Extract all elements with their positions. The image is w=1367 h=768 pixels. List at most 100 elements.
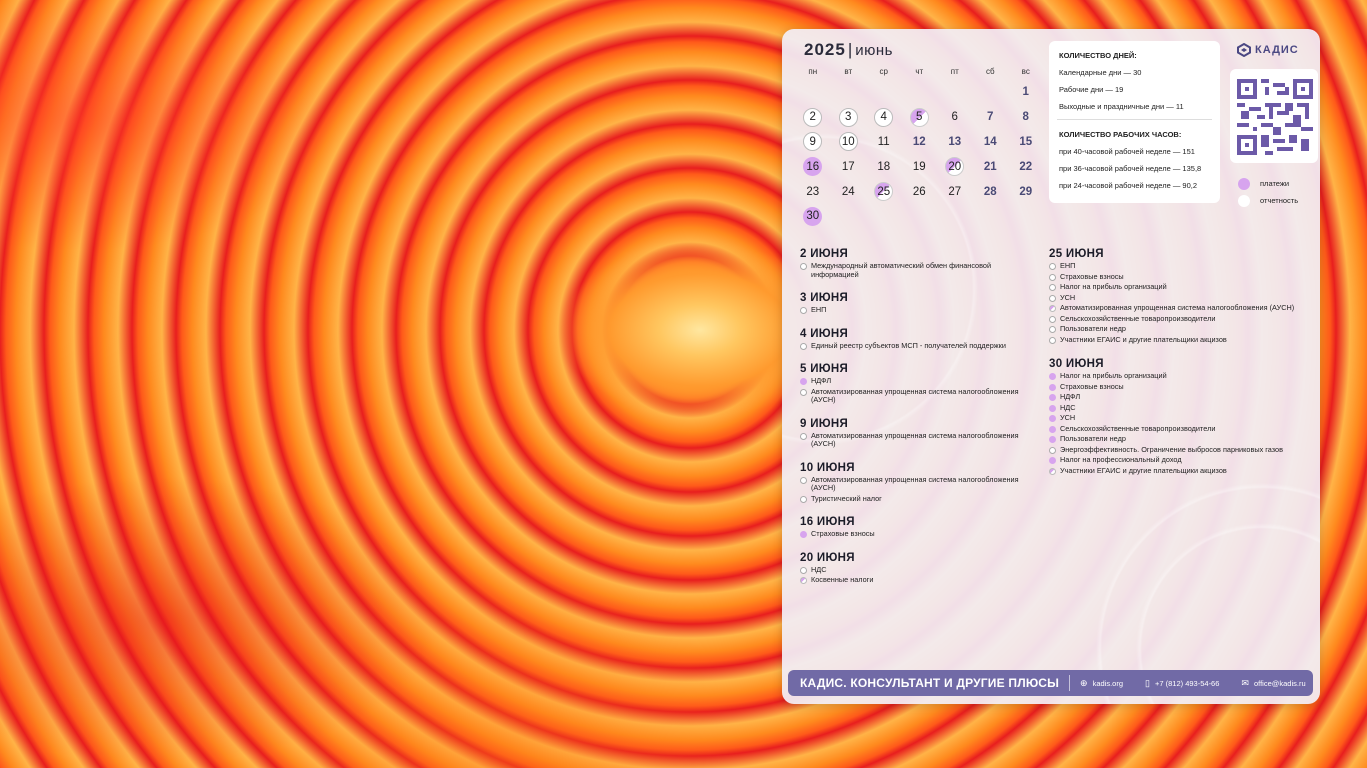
report-marker-icon — [800, 476, 807, 484]
calendar-day[interactable]: 5 — [902, 105, 938, 130]
calendar-day[interactable]: 3 — [831, 105, 867, 130]
event-item: Участники ЕГАИС и другие плательщики акц… — [1049, 466, 1311, 476]
payment-marker-icon — [1049, 436, 1056, 443]
weekend-days-line: Выходные и праздничные дни — 11 — [1059, 102, 1184, 111]
event-date-title: 10 ИЮНЯ — [800, 461, 855, 474]
event-item: УСН — [1049, 413, 1311, 423]
calendar-day-empty — [831, 80, 867, 105]
day-number: 12 — [912, 135, 926, 148]
event-item-text: Пользователи недр — [1060, 324, 1126, 333]
event-group: 5 ИЮНЯ НДФЛ Автоматизированная упрощенная … — [800, 363, 1030, 405]
calendar-day[interactable]: 26 — [902, 179, 938, 204]
calendar-day[interactable]: 23 — [795, 179, 831, 204]
calendar-day[interactable]: 15 — [1008, 130, 1044, 155]
day-number: 6 — [951, 111, 958, 124]
calendar-day[interactable]: 4 — [866, 105, 902, 130]
globe-icon: ⊕ — [1080, 677, 1088, 688]
calendar-day[interactable]: 11 — [866, 130, 902, 155]
stats-card: КОЛИЧЕСТВО ДНЕЙ: Календарные дни — 30 Ра… — [1049, 41, 1220, 203]
payment-marker-icon — [1049, 394, 1056, 401]
payment-marker-icon — [800, 378, 807, 385]
event-group: 16 ИЮНЯ Страховые взносы — [800, 516, 1030, 539]
legend-payments-label: платежи — [1260, 179, 1290, 188]
event-item-text: Налог на прибыль организаций — [1060, 282, 1167, 291]
calendar-days-line: Календарные дни — 30 — [1059, 68, 1142, 77]
day-number — [910, 83, 929, 102]
event-item: Пользователи недр — [1049, 324, 1311, 334]
footer-phone[interactable]: ▯ +7 (812) 493-54-66 — [1145, 678, 1219, 689]
day-number: 27 — [948, 185, 962, 198]
calendar-day[interactable]: 27 — [937, 179, 973, 204]
calendar-day[interactable]: 1 — [1008, 80, 1044, 105]
qr-code[interactable] — [1230, 69, 1318, 163]
weekday-label: ср — [879, 67, 888, 76]
day-number: 9 — [803, 132, 823, 152]
day-number: 14 — [983, 135, 997, 148]
month-grid: пн вт ср чт пт сб вс 1 2 3 4 5 6 7 8 9 10 11 12 13 14 15 16 17… — [795, 67, 1049, 229]
days-grid: 1 2 3 4 5 6 7 8 9 10 11 12 13 14 15 16 17 18 19 20 21 22 23 24 2… — [795, 80, 1049, 229]
weekday-label: вс — [1021, 67, 1030, 76]
calendar-day[interactable]: 6 — [937, 105, 973, 130]
report-marker-icon — [1049, 284, 1056, 291]
footer-email[interactable]: ✉ office@kadis.ru — [1241, 678, 1305, 689]
day-number: 30 — [803, 206, 823, 226]
calendar-day-empty — [902, 80, 938, 105]
calendar-day[interactable]: 17 — [831, 154, 867, 179]
logo-text: КАДИС — [1255, 44, 1299, 56]
calendar-day[interactable]: 7 — [973, 105, 1009, 130]
calendar-day[interactable]: 28 — [973, 179, 1009, 204]
event-item-text: Пользователи недр — [1060, 434, 1126, 443]
events-left-column: 2 ИЮНЯ Международный автоматический обмен… — [800, 236, 1030, 585]
footer-brand: КАДИС. КОНСУЛЬТАНТ И ДРУГИЕ ПЛЮСЫ — [800, 676, 1060, 690]
event-item: НДС — [1049, 403, 1311, 413]
calendar-day[interactable]: 30 — [795, 204, 831, 229]
report-marker-icon — [1049, 315, 1056, 323]
reports-dot-icon — [1238, 194, 1250, 207]
calendar-day[interactable]: 14 — [973, 130, 1009, 155]
calendar-day[interactable]: 22 — [1008, 154, 1044, 179]
calendar-day[interactable]: 16 — [795, 154, 831, 179]
day-number: 19 — [912, 160, 926, 173]
event-group: 9 ИЮНЯ Автоматизированная упрощенная сист… — [800, 418, 1030, 449]
calendar-year: 2025 — [804, 40, 846, 59]
calendar-day[interactable]: 18 — [866, 154, 902, 179]
day-number — [839, 83, 858, 102]
report-marker-icon — [1049, 336, 1056, 344]
calendar-day[interactable]: 20 — [937, 154, 973, 179]
calendar-day[interactable]: 25 — [866, 179, 902, 204]
event-item: ЕНП — [1049, 261, 1311, 271]
footer-site-text: kadis.org — [1092, 678, 1124, 688]
event-group: 4 ИЮНЯ Единый реестр субъектов МСП - полу… — [800, 328, 1030, 351]
days-count-title: КОЛИЧЕСТВО ДНЕЙ: — [1059, 51, 1137, 60]
event-item-text: НДФЛ — [811, 376, 832, 385]
payment-report-marker-icon — [1049, 305, 1056, 312]
calendar-day[interactable]: 12 — [902, 130, 938, 155]
footer-site[interactable]: ⊕ kadis.org — [1080, 678, 1123, 689]
calendar-day[interactable]: 2 — [795, 105, 831, 130]
event-item-text: Автоматизированная упрощенная система на… — [811, 430, 1019, 448]
calendar-day[interactable]: 13 — [937, 130, 973, 155]
day-number: 28 — [983, 185, 997, 198]
event-item-text: Автоматизированная упрощенная система на… — [1060, 303, 1295, 312]
event-item: Налог на профессиональный доход — [1049, 455, 1311, 465]
calendar-day[interactable]: 8 — [1008, 105, 1044, 130]
event-item: Страховые взносы — [1049, 272, 1311, 282]
event-item: Сельскохозяйственные товаропроизводители — [1049, 314, 1311, 324]
footer-phone-text: +7 (812) 493-54-66 — [1154, 678, 1220, 688]
weekday-label: сб — [985, 67, 995, 76]
calendar-day[interactable]: 24 — [831, 179, 867, 204]
event-group: 3 ИЮНЯ ЕНП — [800, 292, 1030, 315]
calendar-day[interactable]: 9 — [795, 130, 831, 155]
report-marker-icon — [800, 342, 807, 350]
day-number: 26 — [912, 185, 926, 198]
weekday-label: пн — [808, 67, 818, 76]
calendar-day[interactable]: 10 — [831, 130, 867, 155]
mail-icon: ✉ — [1241, 677, 1249, 688]
calendar-day[interactable]: 19 — [902, 154, 938, 179]
calendar-day[interactable]: 21 — [973, 154, 1009, 179]
event-date-title: 3 ИЮНЯ — [800, 292, 849, 304]
calendar-day[interactable]: 29 — [1008, 179, 1044, 204]
weekday-label: чт — [915, 67, 924, 76]
event-item: Страховые взносы — [1049, 382, 1311, 392]
event-item: УСН — [1049, 293, 1311, 303]
